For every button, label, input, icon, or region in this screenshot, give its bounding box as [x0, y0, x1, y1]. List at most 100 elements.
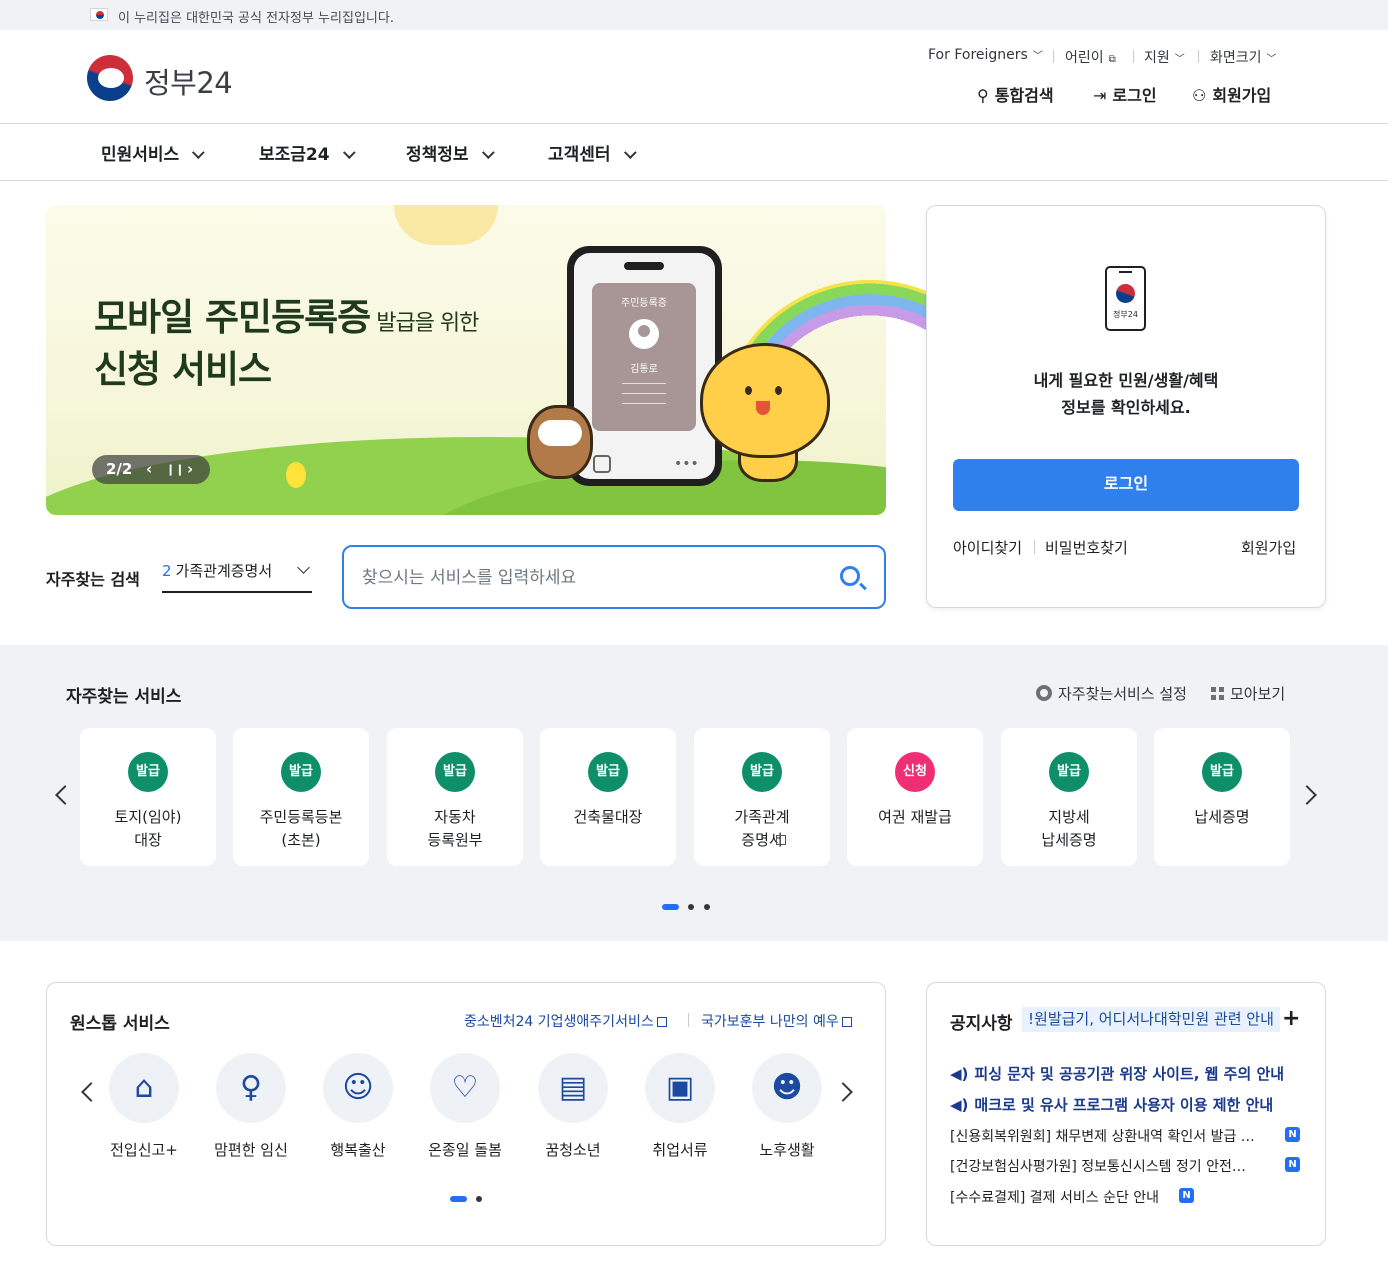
find-id-link[interactable]: 아이디찾기 [953, 537, 1022, 558]
ribbon-icon: ♡ [430, 1053, 500, 1123]
grid-icon [1211, 687, 1224, 700]
service-card[interactable]: 발급 자동차 등록원부 [387, 728, 523, 866]
pagination-dot-active[interactable] [450, 1196, 467, 1202]
service-card[interactable]: 신청 여권 재발급 [847, 728, 983, 866]
divider [1034, 540, 1035, 554]
service-card[interactable]: 발급 건축물대장 [540, 728, 676, 866]
view-all-button[interactable]: 모아보기 [1211, 683, 1285, 704]
font-size-menu[interactable]: 화면크기 ﹀ [1210, 47, 1277, 67]
banner-next-button[interactable]: › [187, 460, 193, 478]
pagination-dot[interactable] [704, 904, 710, 910]
banner-prev-button[interactable]: ‹ [146, 460, 152, 478]
elder-icon: ☻ [752, 1053, 822, 1123]
notice-item[interactable]: [수수료결제] 결제 서비스 순단 안내 [950, 1187, 1159, 1207]
for-foreigners-link[interactable]: For Foreigners ﹀ [928, 47, 1043, 63]
notice-item[interactable]: [건강보험심사평가원] 정보통신시스템 정기 안전… [950, 1156, 1246, 1176]
pagination-dot[interactable] [688, 904, 694, 910]
house-icon: ⌂ [109, 1053, 179, 1123]
user-add-icon: ⚇ [1192, 86, 1207, 105]
banner-controls: 2/2 ‹ ❙❙ › [92, 455, 210, 484]
join-link[interactable]: ⚇ 회원가입 [1192, 82, 1271, 106]
service-card[interactable]: 발급 토지(임야) 대장 [80, 728, 216, 866]
frequent-search-label: 자주찾는 검색 [46, 570, 140, 589]
gov24-logo-icon[interactable] [87, 55, 133, 101]
section-title: 공지사항 [950, 1014, 1013, 1034]
pagination-dot-active[interactable] [662, 904, 679, 910]
chevron-down-icon: ﹀ [1174, 54, 1185, 65]
search-icon: ⚲ [977, 86, 989, 105]
nav-policy-info[interactable]: 정책정보 [406, 140, 495, 165]
external-link-icon [656, 1017, 667, 1027]
banner-counter: 2/2 [106, 460, 133, 478]
issue-badge: 발급 [1202, 752, 1242, 792]
section-title: 자주찾는 서비스 [66, 687, 182, 707]
join-link-panel[interactable]: 회원가입 [1241, 537, 1296, 558]
chick-illustration [286, 462, 306, 488]
veterans-link[interactable]: 국가보훈부 나만의 예우 [701, 1011, 852, 1031]
banner-pause-button[interactable]: ❙❙ [166, 463, 184, 476]
search-box [342, 545, 886, 609]
nav-subsidy24[interactable]: 보조금24 [259, 140, 356, 165]
book-icon: ▤ [538, 1053, 608, 1123]
issue-badge: 발급 [742, 752, 782, 792]
pagination-dot[interactable] [476, 1196, 482, 1202]
notice-item[interactable]: [신용회복위원회] 채무변제 상환내역 확인서 발급 … [950, 1126, 1255, 1146]
divider [688, 1013, 689, 1027]
sme-venture-link[interactable]: 중소벤처24 기업생애주기서비스 [464, 1011, 667, 1031]
speaker-icon: ◀) [950, 1065, 969, 1083]
login-button[interactable]: 로그인 [953, 459, 1299, 511]
more-notices-button[interactable]: + [1282, 1006, 1300, 1031]
nav-civil-services[interactable]: 민원서비스 [101, 140, 205, 165]
login-link[interactable]: ⇥ 로그인 [1093, 82, 1157, 106]
integrated-search-button[interactable]: ⚲ 통합검색 [977, 82, 1054, 106]
baby-icon: ☺ [323, 1053, 393, 1123]
chevron-down-icon [297, 561, 310, 574]
chevron-down-icon: ﹀ [1032, 51, 1043, 62]
new-badge: N [1285, 1127, 1300, 1142]
login-message: 내게 필요한 민원/생활/혜택 정보를 확인하세요. [1033, 371, 1219, 417]
frequent-settings-button[interactable]: 자주찾는서비스 설정 [1036, 683, 1187, 704]
gov-banner-strip: 이 누리집은 대한민국 공식 전자정부 누리집입니다. [0, 0, 1388, 30]
notice-highlight-link[interactable]: !원발급기, 어디서나대학민원 관련 안내 [1022, 1007, 1280, 1032]
divider [1053, 50, 1054, 63]
gov-banner-text: 이 누리집은 대한민국 공식 전자정부 누리집입니다. [118, 11, 394, 26]
banner-title-line2: 신청 서비스 [94, 348, 272, 391]
search-icon[interactable] [840, 566, 860, 586]
owl-character-illustration [527, 405, 593, 479]
main-navigation [0, 124, 1388, 181]
service-card[interactable]: 발급 지방세 납세증명 [1001, 728, 1137, 866]
gear-icon [1036, 685, 1052, 701]
id-card-illustration: 주민등록증 김통로 [592, 283, 696, 431]
service-card[interactable]: 발급 가족관계 증명서 [694, 728, 830, 866]
external-link-icon: ⧉ [1108, 54, 1116, 65]
briefcase-icon: ▣ [645, 1053, 715, 1123]
service-card[interactable]: 발급 주민등록등본 (초본) [233, 728, 369, 866]
more-dots-icon: ••• [674, 456, 699, 472]
issue-badge: 발급 [128, 752, 168, 792]
frequent-search-select[interactable]: 2 가족관계증명서 [162, 560, 312, 593]
important-notice[interactable]: ◀) 피싱 문자 및 공공기관 위장 사이트, 웹 주의 안내 [950, 1063, 1284, 1084]
square-icon [593, 455, 611, 473]
site-logo-text[interactable]: 정부24 [144, 60, 233, 102]
banner-title: 모바일 주민등록증 발급을 위한 [94, 296, 479, 339]
divider [1133, 50, 1134, 63]
important-notice[interactable]: ◀) 매크로 및 유사 프로그램 사용자 이용 제한 안내 [950, 1094, 1273, 1115]
nav-customer-center[interactable]: 고객센터 [548, 140, 637, 165]
support-menu[interactable]: 지원 ﹀ [1144, 47, 1185, 67]
issue-badge: 발급 [588, 752, 628, 792]
new-badge: N [1179, 1188, 1194, 1203]
section-title: 원스톱 서비스 [70, 1014, 170, 1034]
search-input[interactable] [362, 565, 802, 591]
issue-badge: 발급 [1049, 752, 1089, 792]
korea-flag-icon [90, 8, 108, 21]
external-link-icon [776, 835, 786, 845]
find-password-link[interactable]: 비밀번호찾기 [1045, 537, 1128, 558]
issue-badge: 발급 [281, 752, 321, 792]
new-badge: N [1285, 1157, 1300, 1172]
kids-link[interactable]: 어린이 ⧉ [1065, 47, 1116, 67]
issue-badge: 발급 [435, 752, 475, 792]
mobile-gov24-icon: 정부24 [1105, 266, 1146, 331]
speaker-icon: ◀) [950, 1096, 969, 1114]
service-card[interactable]: 발급 납세증명 [1154, 728, 1290, 866]
divider [1198, 50, 1199, 63]
